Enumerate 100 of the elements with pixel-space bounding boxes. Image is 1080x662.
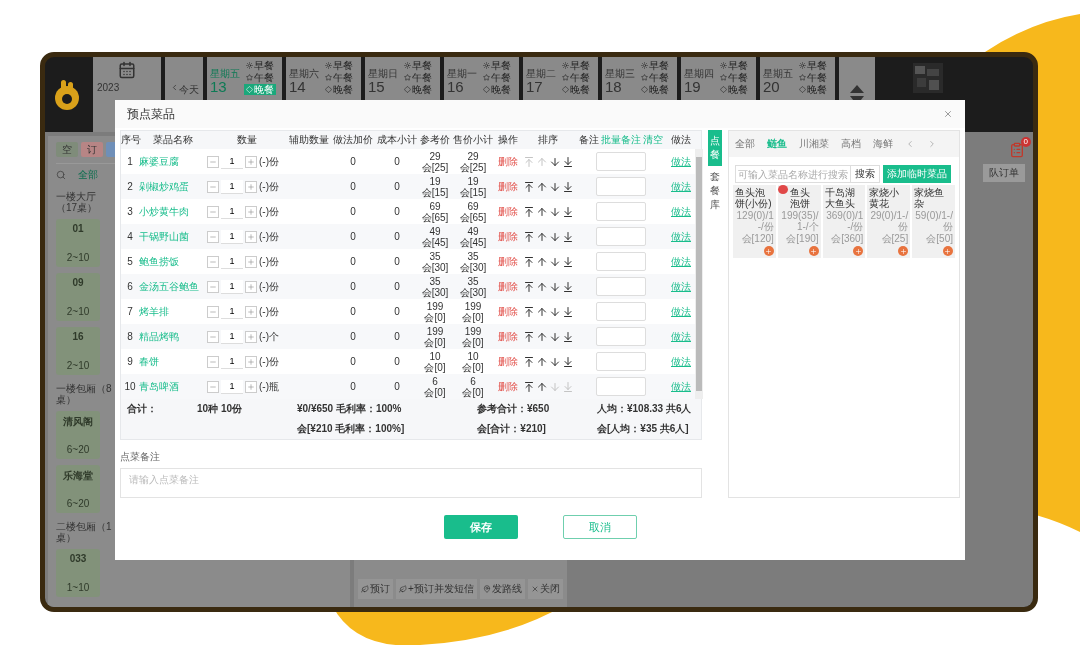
meal-option[interactable]: 午餐	[244, 72, 276, 83]
decrease-button[interactable]	[207, 205, 219, 218]
add-dish-button[interactable]	[808, 246, 819, 256]
order-action-button[interactable]: 预订	[358, 579, 393, 599]
dish-card[interactable]: 千岛湖大鱼头 369(0)/1-/份 会[360]	[822, 185, 866, 258]
table-card[interactable]: 033 1~10	[56, 549, 100, 597]
meal-option[interactable]: 早餐	[481, 60, 513, 71]
quantity-field[interactable]: 1	[221, 379, 243, 394]
table-card[interactable]: 09 2~10	[56, 273, 100, 321]
table-card[interactable]: 乐海堂 6~20	[56, 465, 100, 513]
category-tab[interactable]: 海鲜	[873, 137, 893, 151]
move-bottom-icon[interactable]	[561, 280, 574, 293]
delete-link[interactable]: 删除	[495, 304, 521, 319]
dish-card[interactable]: 家烧鱼杂 59(0)/1-/份 会[50]	[912, 185, 955, 258]
meal-option[interactable]: 晚餐	[481, 84, 513, 95]
queue-orders-button[interactable]: 队订单	[983, 164, 1025, 182]
move-bottom-icon[interactable]	[561, 155, 574, 168]
increase-button[interactable]	[245, 230, 257, 243]
add-dish-button[interactable]	[853, 246, 864, 256]
meal-option[interactable]: 早餐	[639, 60, 671, 71]
move-bottom-icon[interactable]	[561, 230, 574, 243]
method-link[interactable]: 做法	[667, 354, 695, 369]
dish-name-link[interactable]: 金汤五谷鲍鱼	[139, 279, 207, 294]
table-card[interactable]: 清风阁 6~20	[56, 411, 100, 459]
meal-option[interactable]: 午餐	[323, 72, 355, 83]
move-top-icon[interactable]	[522, 355, 535, 368]
quantity-field[interactable]: 1	[221, 329, 243, 344]
method-link[interactable]: 做法	[667, 254, 695, 269]
move-top-icon[interactable]	[522, 305, 535, 318]
dish-name-link[interactable]: 麻婆豆腐	[139, 154, 207, 169]
add-dish-button[interactable]	[943, 246, 953, 256]
decrease-button[interactable]	[207, 230, 219, 243]
method-link[interactable]: 做法	[667, 204, 695, 219]
method-link[interactable]: 做法	[667, 329, 695, 344]
move-bottom-icon[interactable]	[561, 330, 574, 343]
meal-option[interactable]: 午餐	[797, 72, 829, 83]
delete-link[interactable]: 删除	[495, 229, 521, 244]
move-bottom-icon[interactable]	[561, 255, 574, 268]
increase-button[interactable]	[245, 380, 257, 393]
side-tab[interactable]: 点餐	[708, 130, 722, 166]
remark-field[interactable]	[596, 277, 646, 296]
status-filter-button[interactable]: 空	[56, 142, 78, 157]
meal-option[interactable]: 早餐	[560, 60, 592, 71]
method-link[interactable]: 做法	[667, 229, 695, 244]
meal-option[interactable]: 早餐	[323, 60, 355, 71]
meal-option[interactable]: 晚餐	[639, 84, 671, 95]
decrease-button[interactable]	[207, 355, 219, 368]
remark-field[interactable]	[596, 352, 646, 371]
increase-button[interactable]	[245, 330, 257, 343]
move-top-icon[interactable]	[522, 280, 535, 293]
quantity-field[interactable]: 1	[221, 279, 243, 294]
decrease-button[interactable]	[207, 280, 219, 293]
category-tab[interactable]: 全部	[735, 137, 755, 151]
remark-field[interactable]	[596, 302, 646, 321]
dish-name-link[interactable]: 剁椒炒鸡蛋	[139, 179, 207, 194]
decrease-button[interactable]	[207, 380, 219, 393]
move-top-icon[interactable]	[522, 255, 535, 268]
move-bottom-icon[interactable]	[561, 355, 574, 368]
search-button[interactable]: 搜索	[851, 165, 880, 183]
add-dish-button[interactable]	[763, 246, 774, 256]
move-top-icon[interactable]	[522, 230, 535, 243]
meal-option[interactable]: 午餐	[560, 72, 592, 83]
search-icon[interactable]	[56, 170, 66, 180]
decrease-button[interactable]	[207, 180, 219, 193]
dish-name-link[interactable]: 小炒黄牛肉	[139, 204, 207, 219]
meal-option[interactable]: 晚餐	[718, 84, 750, 95]
dish-name-link[interactable]: 干锅野山菌	[139, 229, 207, 244]
previous-icon[interactable]	[905, 139, 915, 149]
meal-option[interactable]: 早餐	[718, 60, 750, 71]
move-down-icon[interactable]	[548, 305, 561, 318]
move-down-icon[interactable]	[548, 180, 561, 193]
quantity-field[interactable]: 1	[221, 229, 243, 244]
decrease-button[interactable]	[207, 305, 219, 318]
dish-name-link[interactable]: 精品烤鸭	[139, 329, 207, 344]
decrease-button[interactable]	[207, 155, 219, 168]
method-link[interactable]: 做法	[667, 179, 695, 194]
dish-card[interactable]: 家烧小黄花 29(0)/1-/份 会[25]	[867, 185, 911, 258]
move-down-icon[interactable]	[548, 255, 561, 268]
delete-link[interactable]: 删除	[495, 204, 521, 219]
dish-name-link[interactable]: 青岛啤酒	[139, 379, 207, 394]
increase-button[interactable]	[245, 205, 257, 218]
move-bottom-icon[interactable]	[561, 205, 574, 218]
close-icon[interactable]	[943, 109, 953, 119]
move-down-icon[interactable]	[548, 205, 561, 218]
meal-option[interactable]: 午餐	[718, 72, 750, 83]
move-bottom-icon[interactable]	[561, 305, 574, 318]
category-tab[interactable]: 鲢鱼	[767, 137, 787, 151]
delete-link[interactable]: 删除	[495, 254, 521, 269]
remark-field[interactable]	[596, 202, 646, 221]
delete-link[interactable]: 删除	[495, 354, 521, 369]
method-link[interactable]: 做法	[667, 279, 695, 294]
meal-option[interactable]: 午餐	[402, 72, 434, 83]
move-down-icon[interactable]	[548, 330, 561, 343]
increase-button[interactable]	[245, 255, 257, 268]
remark-field[interactable]	[596, 252, 646, 271]
increase-button[interactable]	[245, 305, 257, 318]
category-tab[interactable]: 川湘菜	[799, 137, 829, 151]
order-list-icon[interactable]	[1009, 142, 1025, 158]
decrease-button[interactable]	[207, 255, 219, 268]
decrease-button[interactable]	[207, 330, 219, 343]
